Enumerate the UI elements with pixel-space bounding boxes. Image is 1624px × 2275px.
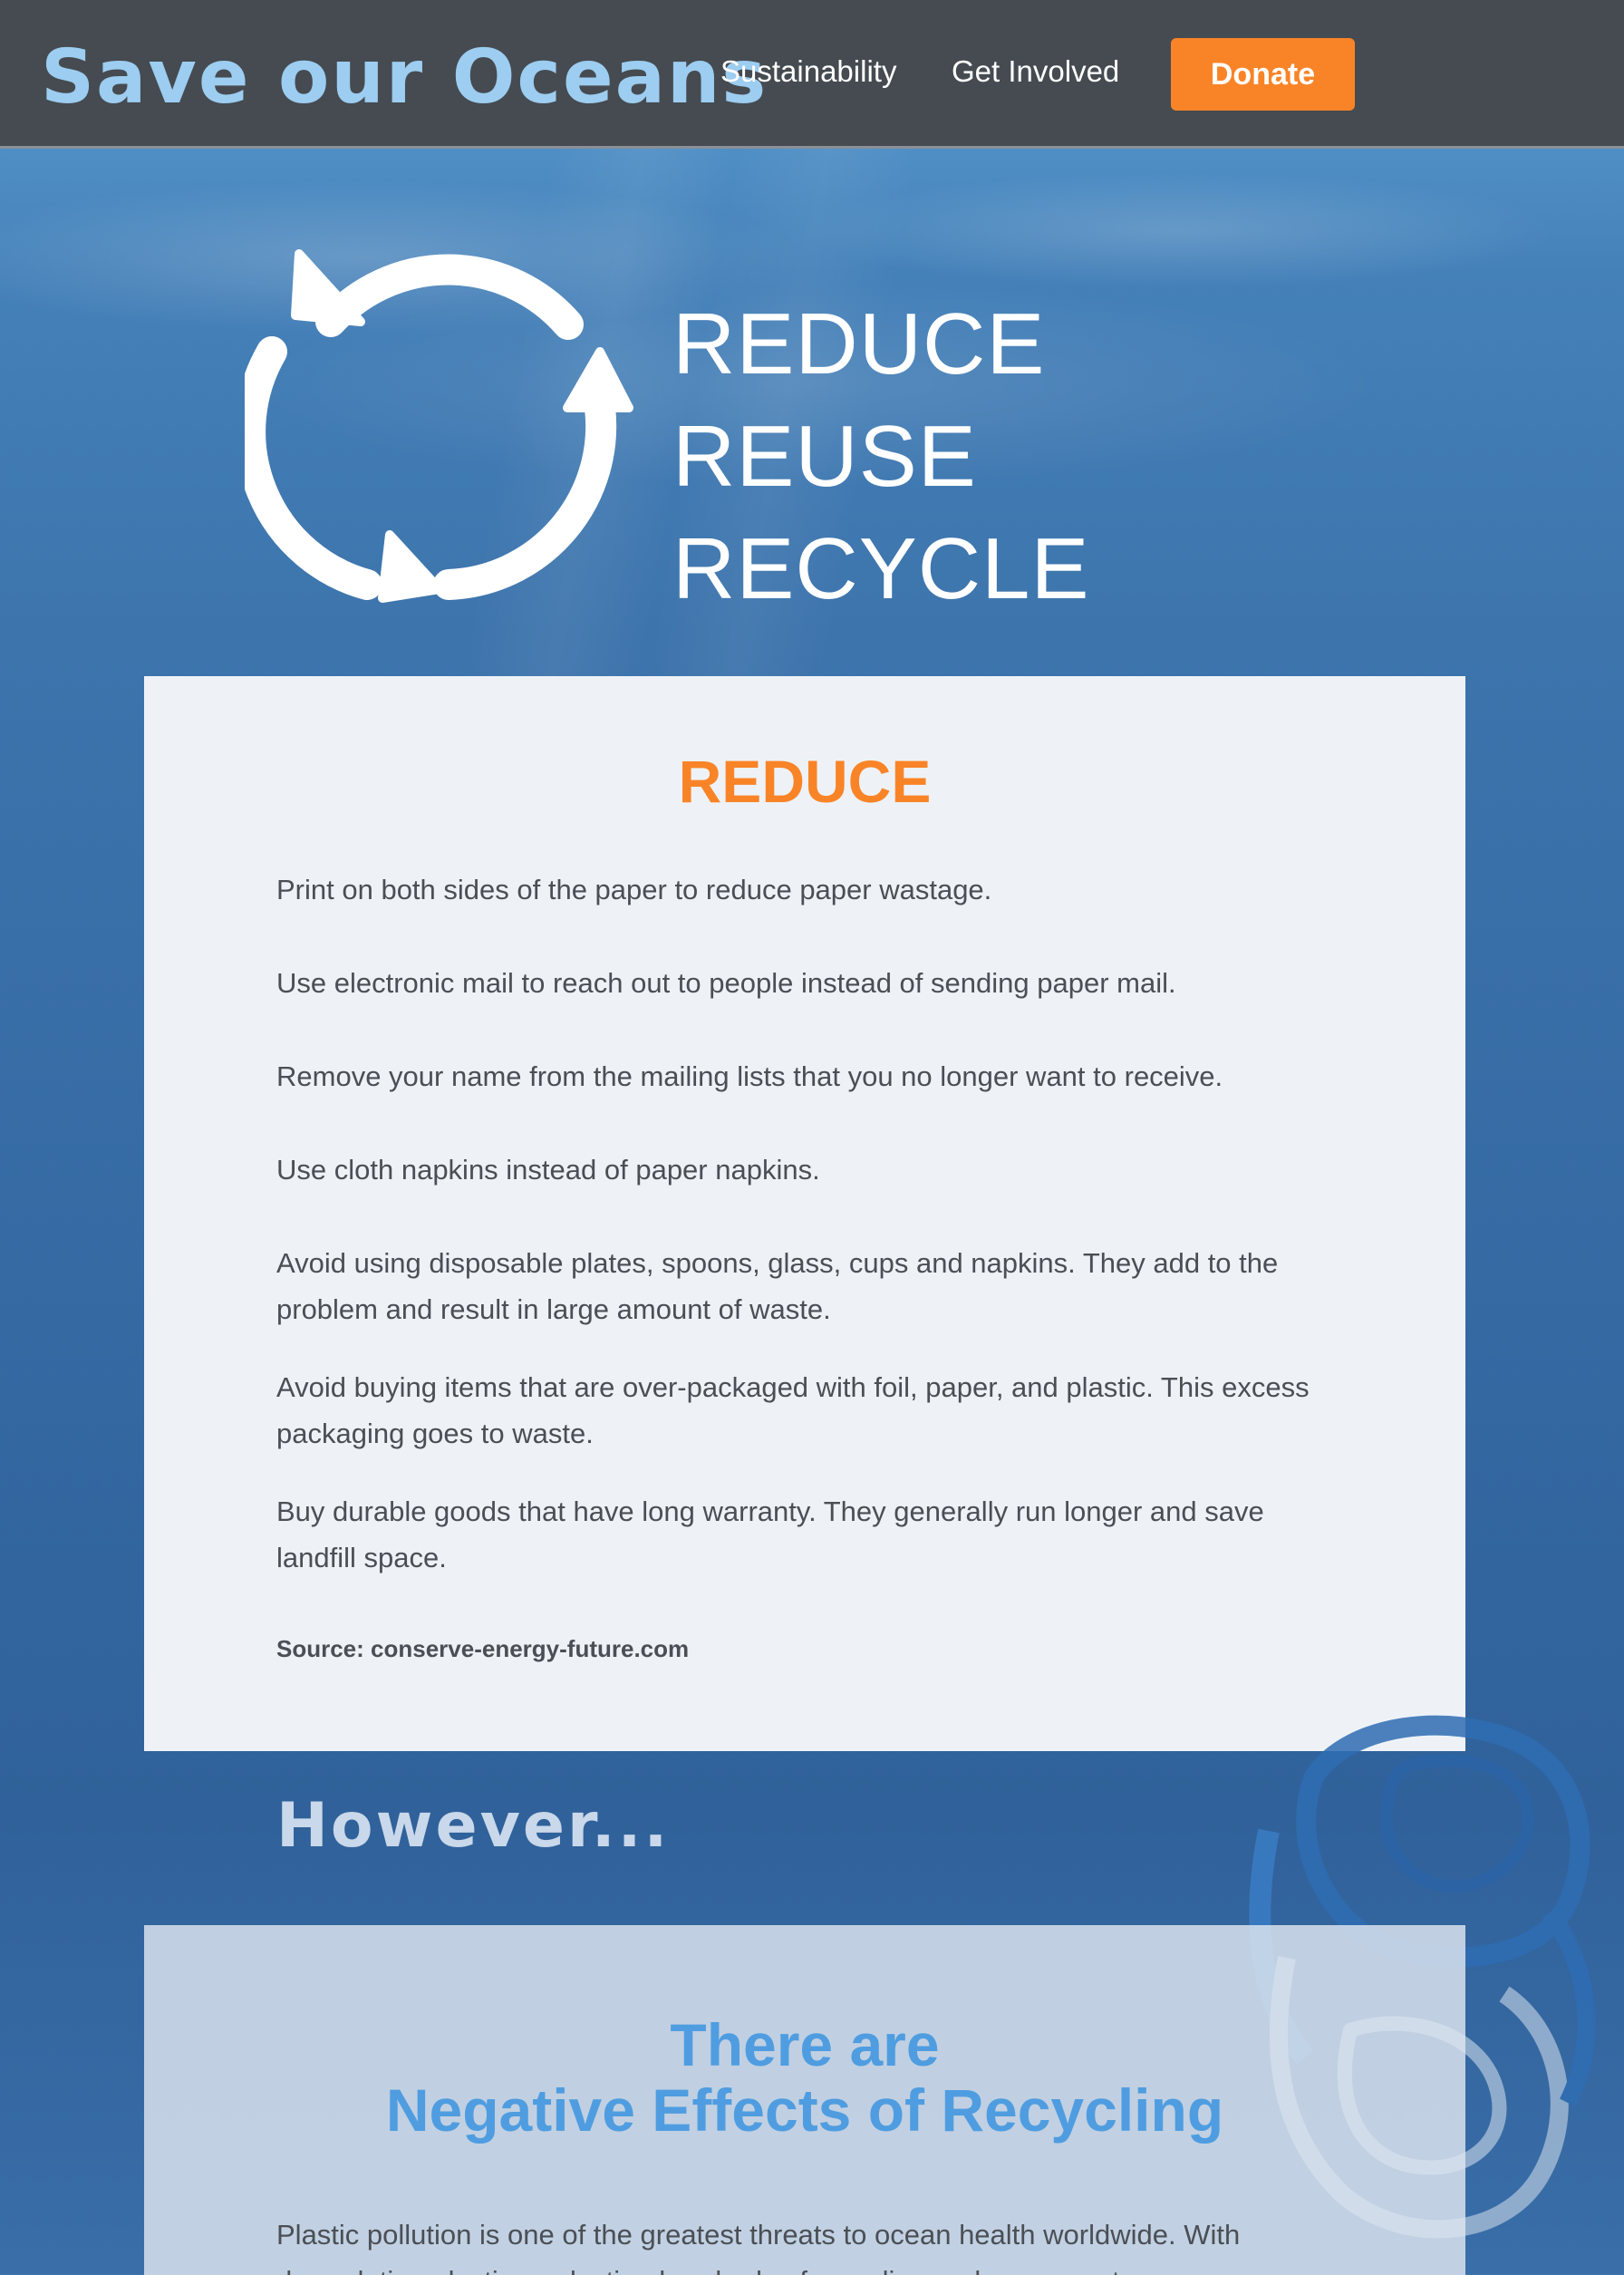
hero-word-reduce: REDUCE — [672, 295, 1046, 392]
reduce-card: REDUCE Print on both sides of the paper … — [144, 676, 1465, 1751]
site-logo[interactable]: Save our Oceans — [41, 33, 768, 105]
tip-item: Print on both sides of the paper to redu… — [276, 874, 992, 905]
donate-button[interactable]: Donate — [1171, 38, 1355, 111]
source-citation: Source: conserve-energy-future.com — [276, 1635, 690, 1662]
nav-get-involved-link[interactable]: Get Involved — [952, 54, 1119, 89]
negative-body-text: Plastic pollution is one of the greatest… — [276, 2219, 1241, 2275]
tip-item: Remove your name from the mailing lists … — [276, 1060, 1223, 1092]
negative-effects-card: There are Negative Effects of Recycling … — [144, 1925, 1465, 2275]
reduce-tips-list: Print on both sides of the paper to redu… — [276, 866, 1319, 1612]
tip-item: Buy durable goods that have long warrant… — [276, 1496, 1264, 1573]
tip-item: Avoid buying items that are over-package… — [276, 1371, 1310, 1449]
however-heading: However... — [276, 1790, 671, 1862]
recycle-arrows-icon — [245, 249, 633, 603]
reduce-heading: REDUCE — [678, 748, 932, 815]
tip-item: Use electronic mail to reach out to peop… — [276, 967, 1176, 999]
site-header: Save our Oceans Sustainability Get Invol… — [0, 0, 1624, 149]
hero-word-reuse: REUSE — [672, 408, 977, 505]
tip-item: Avoid using disposable plates, spoons, g… — [276, 1247, 1279, 1325]
hero-word-recycle: RECYCLE — [672, 520, 1090, 617]
negative-heading-line2: Negative Effects of Recycling — [385, 2077, 1224, 2144]
tip-item: Use cloth napkins instead of paper napki… — [276, 1154, 820, 1186]
hero-words: REDUCE REUSE RECYCLE — [672, 288, 1089, 625]
nav-sustainability-link[interactable]: Sustainability — [720, 54, 896, 89]
negative-heading-line1: There are — [670, 2011, 940, 2078]
